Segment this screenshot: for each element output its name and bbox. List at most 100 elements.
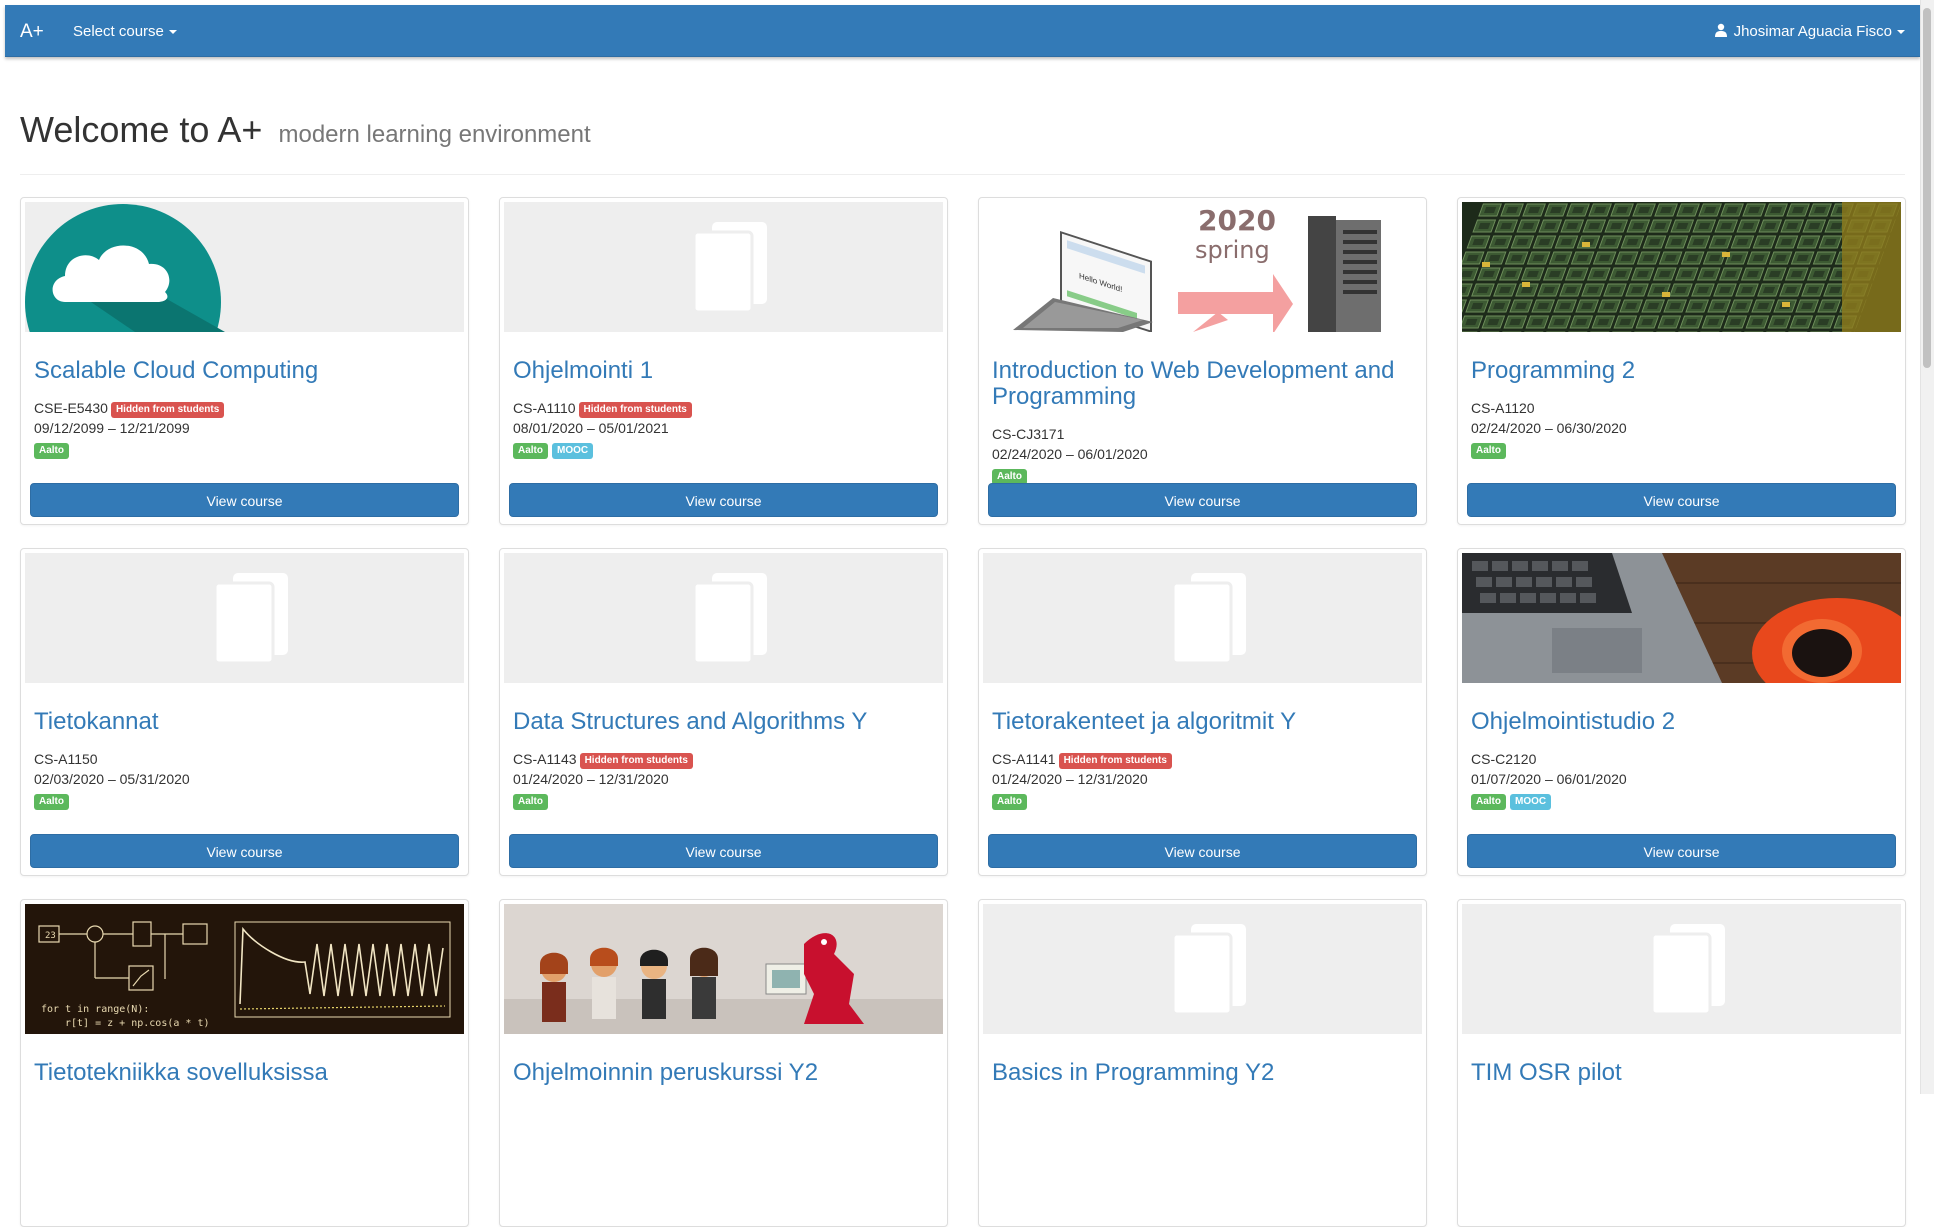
course-title[interactable]: Introduction to Web Development and Prog… bbox=[992, 358, 1417, 410]
course-card-tim-osr-pilot: TIM OSR pilot bbox=[1457, 899, 1906, 1227]
view-course-button[interactable]: View course bbox=[988, 834, 1417, 868]
course-dates: 09/12/2099 – 12/21/2099 bbox=[34, 420, 190, 436]
tag-aalto: Aalto bbox=[992, 794, 1027, 810]
course-title[interactable]: Scalable Cloud Computing bbox=[34, 358, 459, 384]
course-code: CS-A1143 bbox=[513, 751, 577, 767]
tag-aalto: Aalto bbox=[34, 443, 69, 459]
select-course-label: Select course bbox=[73, 23, 164, 40]
course-image-cloud-logo bbox=[25, 202, 464, 332]
view-course-button[interactable]: View course bbox=[1467, 483, 1896, 517]
course-title[interactable]: Ohjelmoinnin peruskurssi Y2 bbox=[513, 1060, 938, 1086]
hidden-badge: Hidden from students bbox=[578, 402, 692, 418]
user-icon bbox=[1714, 23, 1727, 37]
course-meta: CS-C2120 01/07/2020 – 06/01/2020 Aalto MO… bbox=[1471, 749, 1896, 810]
course-code: CS-A1110 bbox=[513, 400, 576, 416]
user-name: Jhosimar Aguacia Fisco bbox=[1733, 23, 1892, 40]
tag-aalto: Aalto bbox=[513, 443, 548, 459]
hidden-badge: Hidden from students bbox=[1058, 753, 1172, 769]
course-dates: 01/07/2020 – 06/01/2020 bbox=[1471, 771, 1627, 787]
brand-logo-link[interactable]: A+ bbox=[20, 21, 44, 43]
tag-mooc: MOOC bbox=[552, 443, 594, 459]
tag-aalto: Aalto bbox=[1471, 443, 1506, 459]
course-code: CS-A1120 bbox=[1471, 400, 1535, 416]
course-image-lego-figures-photo bbox=[504, 904, 943, 1034]
course-image-laptop-coffee-photo bbox=[1462, 553, 1901, 683]
course-title[interactable]: Tietotekniikka sovelluksissa bbox=[34, 1060, 459, 1086]
course-code: CS-A1141 bbox=[992, 751, 1056, 767]
course-image-book-placeholder bbox=[504, 553, 943, 683]
course-title[interactable]: Ohjelmointistudio 2 bbox=[1471, 709, 1896, 735]
course-image-book-placeholder bbox=[25, 553, 464, 683]
view-course-button[interactable]: View course bbox=[509, 483, 938, 517]
banner-season-text: spring bbox=[1195, 236, 1270, 264]
course-title[interactable]: Data Structures and Algorithms Y bbox=[513, 709, 938, 735]
caret-down-icon bbox=[168, 30, 177, 35]
course-image-book-placeholder bbox=[1462, 904, 1901, 1034]
course-meta: CS-A1143 Hidden from students 01/24/2020 … bbox=[513, 749, 938, 810]
hidden-badge: Hidden from students bbox=[579, 753, 693, 769]
book-icon bbox=[692, 222, 767, 314]
select-course-dropdown[interactable]: Select course bbox=[73, 23, 177, 40]
course-dates: 01/24/2020 – 12/31/2020 bbox=[513, 771, 669, 787]
course-dates: 01/24/2020 – 12/31/2020 bbox=[992, 771, 1148, 787]
caret-down-icon bbox=[1897, 30, 1905, 35]
tag-aalto: Aalto bbox=[513, 794, 548, 810]
course-title[interactable]: Tietorakenteet ja algoritmit Y bbox=[992, 709, 1417, 735]
scrollbar-thumb[interactable] bbox=[1923, 8, 1931, 368]
view-course-button[interactable]: View course bbox=[1467, 834, 1896, 868]
course-code: CS-A1150 bbox=[34, 751, 98, 767]
course-image-circuit-chip-photo bbox=[1462, 202, 1901, 332]
course-card-tietorakenteet-algoritmit-y: Tietorakenteet ja algoritmit Y CS-A1141 H… bbox=[978, 548, 1427, 876]
course-code: CS-C2120 bbox=[1471, 751, 1537, 767]
course-card-programming-2: Programming 2 CS-A1120 02/24/2020 – 06/3… bbox=[1457, 197, 1906, 525]
course-meta: CS-A1110 Hidden from students 08/01/2020 … bbox=[513, 398, 938, 459]
view-course-button[interactable]: View course bbox=[30, 834, 459, 868]
course-card-tietokannat: Tietokannat CS-A1150 02/03/2020 – 05/31/… bbox=[20, 548, 469, 876]
course-image-web-dev-banner: Hello World! 2020 spring bbox=[983, 202, 1422, 332]
course-title[interactable]: TIM OSR pilot bbox=[1471, 1060, 1896, 1086]
top-navbar: A+ Select course Jhosimar Aguacia Fisco bbox=[5, 5, 1920, 57]
course-card-data-structures-algorithms-y: Data Structures and Algorithms Y CS-A114… bbox=[499, 548, 948, 876]
course-card-tietotekniikka-sovelluksissa: 23 for t in range(N): r[t] = z + np.cos(… bbox=[20, 899, 469, 1227]
book-icon bbox=[1171, 573, 1246, 665]
course-meta: CS-A1141 Hidden from students 01/24/2020 … bbox=[992, 749, 1417, 810]
banner-year-text: 2020 bbox=[1198, 204, 1276, 237]
user-menu-dropdown[interactable]: Jhosimar Aguacia Fisco bbox=[1714, 23, 1905, 40]
code-line-2: r[t] = z + np.cos(a * t) bbox=[65, 1018, 210, 1029]
course-image-book-placeholder bbox=[504, 202, 943, 332]
course-card-intro-web-development: Hello World! 2020 spring Introduction to… bbox=[978, 197, 1427, 525]
hidden-badge: Hidden from students bbox=[110, 402, 225, 418]
course-dates: 02/24/2020 – 06/01/2020 bbox=[992, 446, 1148, 462]
view-course-button[interactable]: View course bbox=[988, 483, 1417, 517]
course-code: CS-CJ3171 bbox=[992, 426, 1065, 442]
page-header: Welcome to A+ modern learning environmen… bbox=[20, 110, 1905, 175]
course-title[interactable]: Basics in Programming Y2 bbox=[992, 1060, 1417, 1086]
course-title[interactable]: Tietokannat bbox=[34, 709, 459, 735]
course-meta: CS-CJ3171 02/24/2020 – 06/01/2020 Aalto bbox=[992, 424, 1417, 485]
course-meta: CS-A1120 02/24/2020 – 06/30/2020 Aalto bbox=[1471, 398, 1896, 459]
course-title[interactable]: Ohjelmointi 1 bbox=[513, 358, 938, 384]
course-dates: 02/24/2020 – 06/30/2020 bbox=[1471, 420, 1627, 436]
view-course-button[interactable]: View course bbox=[509, 834, 938, 868]
course-image-book-placeholder bbox=[983, 904, 1422, 1034]
course-card-ohjelmoinnin-peruskurssi-y2: Ohjelmoinnin peruskurssi Y2 bbox=[499, 899, 948, 1227]
page-title: Welcome to A+ modern learning environmen… bbox=[20, 110, 1905, 150]
course-card-ohjelmointistudio-2: Ohjelmointistudio 2 CS-C2120 01/07/2020 … bbox=[1457, 548, 1906, 876]
code-line-1: for t in range(N): bbox=[41, 1004, 149, 1015]
course-code: CSE-E5430 bbox=[34, 400, 108, 416]
course-card-ohjelmointi-1: Ohjelmointi 1 CS-A1110 Hidden from studen… bbox=[499, 197, 948, 525]
course-meta: CS-A1150 02/03/2020 – 05/31/2020 Aalto bbox=[34, 749, 459, 810]
view-course-button[interactable]: View course bbox=[30, 483, 459, 517]
book-icon bbox=[1171, 924, 1246, 1016]
page-subtitle: modern learning environment bbox=[278, 121, 591, 148]
course-title[interactable]: Programming 2 bbox=[1471, 358, 1896, 384]
tag-mooc: MOOC bbox=[1510, 794, 1552, 810]
book-icon bbox=[1650, 924, 1725, 1016]
course-card-basics-in-programming-y2: Basics in Programming Y2 bbox=[978, 899, 1427, 1227]
course-image-signal-diagram: 23 for t in range(N): r[t] = z + np.cos(… bbox=[25, 904, 464, 1034]
tag-aalto: Aalto bbox=[1471, 794, 1506, 810]
page-title-text: Welcome to A+ bbox=[20, 109, 263, 150]
course-dates: 02/03/2020 – 05/31/2020 bbox=[34, 771, 190, 787]
tag-aalto: Aalto bbox=[34, 794, 69, 810]
book-icon bbox=[692, 573, 767, 665]
